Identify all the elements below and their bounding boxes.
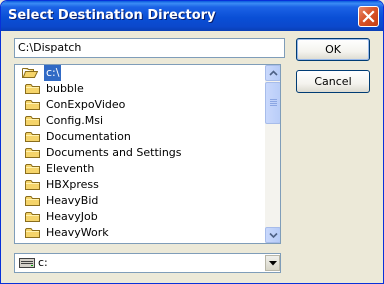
folder-item[interactable]: bubble — [15, 81, 263, 97]
cancel-button[interactable]: Cancel — [296, 70, 370, 93]
folder-item[interactable]: ConExpoVideo — [15, 97, 263, 113]
folder-item[interactable]: Documents and Settings — [15, 145, 263, 161]
dialog-body: C:\Dispatch c:\ bubble ConExpoVideo Config.… — [4, 31, 380, 281]
scroll-thumb[interactable] — [265, 82, 280, 124]
folder-icon — [25, 242, 41, 243]
scroll-up-button[interactable] — [265, 65, 280, 81]
folder-label: ConExpoVideo — [46, 98, 126, 111]
path-input[interactable]: C:\Dispatch — [14, 38, 285, 58]
folder-list-items: c:\ bubble ConExpoVideo Config.Msi Documenta… — [15, 65, 263, 243]
hard-drive-icon — [19, 258, 35, 268]
folder-label: HBXpress — [46, 178, 99, 191]
folder-label: HeavyBid — [46, 194, 99, 207]
folder-label: c:\ — [44, 65, 62, 81]
grip-line — [270, 101, 277, 102]
folder-label: bubble — [46, 82, 84, 95]
folder-item[interactable]: HeavyWork — [15, 225, 263, 241]
folder-label: Documents and Settings — [46, 146, 182, 159]
folder-label: HeavyJob — [46, 210, 98, 223]
chevron-down-icon — [269, 261, 277, 266]
scroll-down-button[interactable] — [265, 227, 280, 243]
folder-label: Config.Msi — [46, 114, 104, 127]
folder-item[interactable]: HeavyJob — [15, 209, 263, 225]
dialog-window: Select Destination Directory C:\Dispatch… — [0, 0, 384, 284]
folder-item[interactable]: hj40 — [15, 241, 263, 243]
window-title: Select Destination Directory — [8, 8, 216, 23]
drive-select[interactable]: c: — [14, 253, 281, 273]
folder-item[interactable]: HeavyBid — [15, 193, 263, 209]
folder-list[interactable]: c:\ bubble ConExpoVideo Config.Msi Documenta… — [14, 64, 281, 244]
drive-dropdown-button[interactable] — [265, 255, 280, 271]
title-bar[interactable]: Select Destination Directory — [1, 1, 383, 31]
chevron-down-icon — [269, 232, 278, 239]
grip-line — [270, 103, 277, 104]
folder-item[interactable]: HBXpress — [15, 177, 263, 193]
folder-list-scrollbar[interactable] — [265, 65, 280, 243]
folder-item[interactable]: c:\ — [15, 65, 263, 81]
folder-label: HeavyWork — [46, 226, 109, 239]
folder-item[interactable]: Documentation — [15, 129, 263, 145]
grip-line — [270, 99, 277, 100]
grip-line — [270, 105, 277, 106]
close-icon — [362, 10, 375, 23]
folder-item[interactable]: Config.Msi — [15, 113, 263, 129]
close-button[interactable] — [358, 6, 379, 27]
folder-label: Eleventh — [46, 162, 95, 175]
chevron-up-icon — [269, 70, 278, 76]
folder-label: Documentation — [46, 130, 131, 143]
ok-button[interactable]: OK — [296, 38, 370, 61]
folder-item[interactable]: Eleventh — [15, 161, 263, 177]
drive-value: c: — [38, 256, 48, 269]
folder-label: hj40 — [44, 241, 72, 243]
